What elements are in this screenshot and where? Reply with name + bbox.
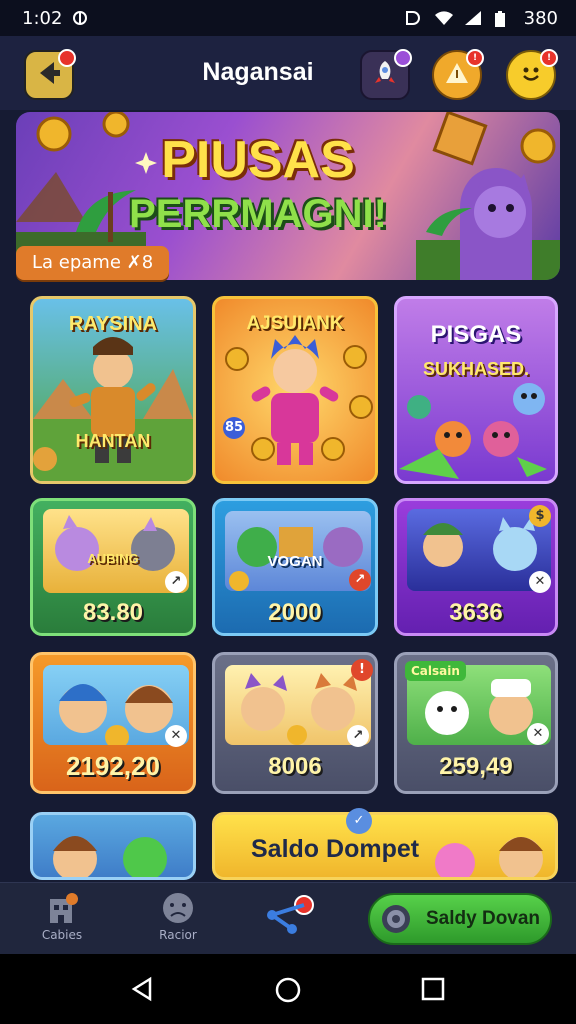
gear-icon: [378, 901, 414, 941]
game-badge-icon: ✕: [529, 571, 551, 593]
recents-square-icon[interactable]: [420, 976, 446, 1006]
nav-label: Cabies: [41, 928, 83, 942]
back-triangle-icon[interactable]: [130, 976, 156, 1006]
game-value: 2192,20: [66, 751, 160, 781]
game-tag: Calsain: [405, 661, 466, 681]
game-card[interactable]: [30, 812, 196, 880]
game-subtitle: HANTAN: [75, 431, 151, 451]
wallet-balance-card[interactable]: Saldo Dompet: [212, 812, 558, 880]
status-bar: 1:02 380: [0, 0, 576, 36]
nav-item-share[interactable]: [248, 893, 328, 940]
battery-icon: [494, 10, 514, 27]
game-title: RAYSINA: [68, 313, 158, 335]
game-title: PISGAS: [430, 321, 522, 348]
home-circle-icon[interactable]: [274, 976, 302, 1008]
notification-badge: !: [540, 49, 558, 67]
game-value: 3636: [449, 599, 503, 626]
profile-button[interactable]: !: [506, 49, 558, 100]
game-card[interactable]: ! ↗ 8006: [212, 652, 378, 794]
app-header: Nagansai ! !: [0, 36, 576, 110]
game-title: AJSUIANK: [246, 313, 344, 334]
game-card[interactable]: AUBING ↗ 83.80: [30, 498, 196, 636]
banner-subtitle: PERRMAGNI!: [129, 192, 387, 236]
game-value: 2000: [268, 599, 322, 626]
game-badge-icon: ✕: [165, 725, 187, 747]
rocket-icon: [371, 59, 399, 91]
game-badge: 85: [223, 417, 245, 439]
battery-level: 380: [523, 7, 558, 29]
rocket-button[interactable]: [360, 49, 412, 100]
banner-tag[interactable]: La epame ✗8: [16, 246, 170, 280]
game-value: 83.80: [82, 599, 144, 626]
banner-title: PIUSAS: [161, 131, 355, 189]
sad-face-icon: [160, 893, 196, 928]
game-badge-icon: ↗: [347, 725, 369, 747]
notification-badge: !: [466, 49, 484, 67]
game-badge-icon: ✕: [527, 723, 549, 745]
game-art: [53, 836, 167, 877]
nfc-icon: [404, 10, 424, 26]
notification-dot: [394, 49, 412, 67]
wallet-balance-label: Saldo Dompet: [251, 835, 420, 863]
game-card[interactable]: $ ✕ 3636: [394, 498, 558, 636]
status-time: 1:02: [22, 7, 63, 29]
signal-icon: [464, 10, 484, 26]
game-card[interactable]: RAYSINA HANTAN: [30, 296, 196, 484]
wallet-cta-button[interactable]: Saldy Dovan: [368, 893, 552, 945]
check-icon: ✓: [346, 808, 372, 834]
game-badge-icon: ↗: [349, 569, 371, 591]
game-badge-icon: ↗: [165, 571, 187, 593]
game-card[interactable]: PISGAS SUKHASED.: [394, 296, 558, 484]
share-icon: [258, 895, 318, 940]
system-nav-bar: [0, 954, 576, 1024]
sync-icon: [72, 10, 92, 26]
nav-item-cabies[interactable]: Cabies: [22, 891, 102, 942]
nav-item-racior[interactable]: Racior: [138, 891, 218, 942]
alert-button[interactable]: !: [432, 49, 484, 100]
game-value: 259,49: [439, 753, 513, 780]
game-card[interactable]: VOGAN ↗ 2000: [212, 498, 378, 636]
back-button[interactable]: [24, 49, 76, 100]
game-subtitle: AUBING: [87, 551, 139, 566]
page-title: Nagansai: [202, 58, 314, 86]
game-card[interactable]: ✕ 2192,20: [30, 652, 196, 794]
game-subtitle: VOGAN: [267, 553, 323, 570]
triangle-alert-icon: [444, 60, 470, 90]
cta-label: Saldy Dovan: [426, 908, 541, 929]
game-subtitle: SUKHASED.: [422, 359, 529, 379]
game-value: 8006: [268, 753, 322, 780]
coin-icon: $: [529, 505, 551, 527]
notification-dot: [58, 49, 76, 67]
notification-dot: !: [351, 659, 373, 681]
game-card[interactable]: Calsain ✕ 259,49: [394, 652, 558, 794]
wifi-icon: [434, 10, 454, 26]
building-icon: [44, 893, 80, 928]
nav-label: Racior: [159, 928, 197, 942]
game-card[interactable]: AJSUIANK 85: [212, 296, 378, 484]
